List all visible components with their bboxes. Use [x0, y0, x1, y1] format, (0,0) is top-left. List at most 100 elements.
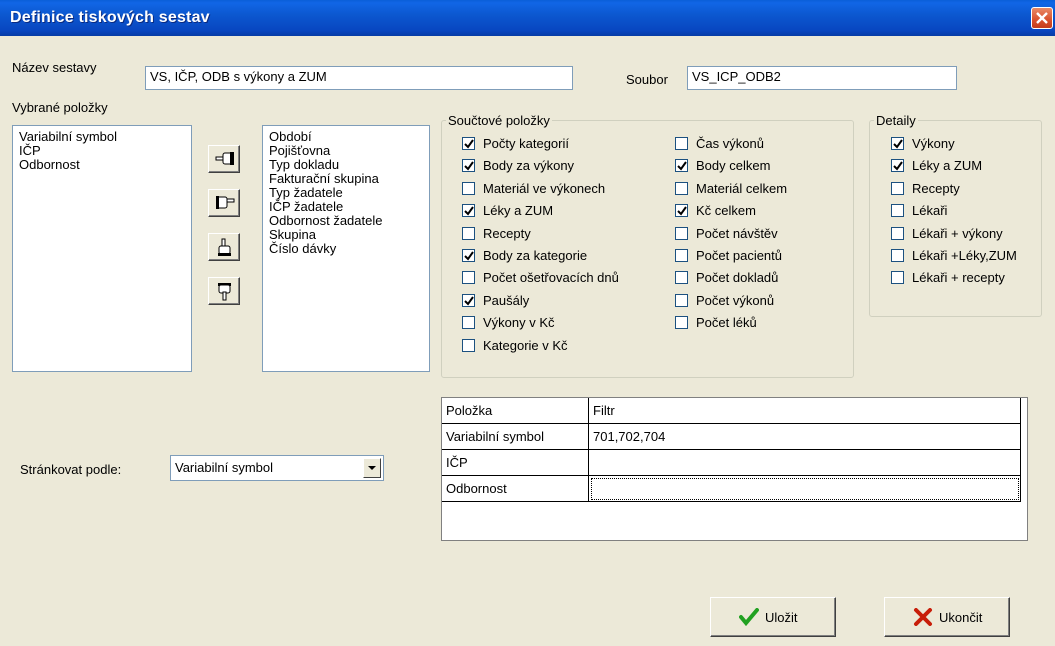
checkbox-checked[interactable]: [675, 159, 688, 173]
checkbox-label: Počet ošetřovacích dnů: [483, 270, 619, 286]
paging-label: Stránkovat podle:: [20, 462, 122, 477]
move-left-button[interactable]: [208, 145, 240, 173]
sum-item-checkbox[interactable]: Počet ošetřovacích dnů: [462, 269, 619, 287]
checkbox-label: Počet dokladů: [696, 270, 779, 286]
move-down-button[interactable]: [208, 277, 240, 305]
detail-item-checkbox[interactable]: Léky a ZUM: [891, 157, 982, 175]
grid-row-item[interactable]: Variabilní symbol: [442, 424, 589, 450]
checkbox-label: Lékaři + výkony: [912, 225, 1003, 241]
checkbox-checked[interactable]: [891, 137, 904, 151]
checkbox-unchecked[interactable]: [675, 271, 688, 285]
checkbox-label: Lékaři: [912, 203, 948, 219]
available-item[interactable]: Pojišťovna: [269, 144, 423, 158]
checkbox-label: Výkony: [912, 136, 955, 151]
checkbox-checked[interactable]: [891, 159, 904, 173]
grid-row-filter-active[interactable]: [589, 476, 1021, 502]
available-item[interactable]: Typ žadatele: [269, 186, 423, 200]
checkbox-unchecked[interactable]: [891, 271, 904, 285]
window-title: Definice tiskových sestav: [10, 9, 210, 26]
available-item[interactable]: Fakturační skupina: [269, 172, 423, 186]
selected-items-list[interactable]: Variabilní symbol IČP Odbornost: [12, 125, 192, 372]
available-item[interactable]: Odbornost žadatele: [269, 214, 423, 228]
sum-item-checkbox[interactable]: Počet návštěv: [675, 225, 778, 243]
detail-item-checkbox[interactable]: Lékaři + výkony: [891, 225, 1003, 243]
checkbox-unchecked[interactable]: [462, 271, 475, 285]
checkbox-label: Kategorie v Kč: [483, 337, 568, 353]
checkbox-unchecked[interactable]: [891, 181, 904, 195]
detail-item-checkbox[interactable]: Lékaři + recepty: [891, 269, 1005, 287]
available-item[interactable]: Období: [269, 130, 423, 144]
checkbox-unchecked[interactable]: [462, 316, 475, 330]
checkbox-unchecked[interactable]: [675, 181, 688, 195]
checkbox-unchecked[interactable]: [675, 293, 688, 307]
file-label: Soubor: [626, 72, 668, 87]
checkbox-checked[interactable]: [462, 293, 475, 307]
sum-item-checkbox[interactable]: Materiál ve výkonech: [462, 180, 605, 198]
sum-item-checkbox[interactable]: Počet léků: [675, 314, 757, 332]
checkbox-unchecked[interactable]: [675, 316, 688, 330]
available-items-list[interactable]: Období Pojišťovna Typ dokladu Fakturační sk…: [262, 125, 430, 372]
checkbox-checked[interactable]: [462, 204, 475, 218]
selected-item[interactable]: Odbornost: [19, 158, 185, 172]
sum-item-checkbox[interactable]: Materiál celkem: [675, 180, 787, 198]
dropdown-arrow-button[interactable]: [363, 458, 381, 478]
sum-item-checkbox[interactable]: Body za kategorie: [462, 247, 587, 265]
checkbox-unchecked[interactable]: [675, 137, 688, 151]
checkbox-unchecked[interactable]: [462, 338, 475, 352]
x-mark-icon: [914, 608, 932, 626]
move-up-button[interactable]: [208, 233, 240, 261]
checkbox-unchecked[interactable]: [462, 226, 475, 240]
selected-item[interactable]: Variabilní symbol: [19, 130, 185, 144]
sum-item-checkbox[interactable]: Počet výkonů: [675, 292, 774, 310]
close-button[interactable]: Ukončit: [884, 597, 1010, 637]
filter-grid[interactable]: Položka Filtr Variabilní symbol 701,702,…: [441, 397, 1028, 541]
chevron-down-icon: [368, 466, 376, 470]
grid-row-filter[interactable]: [589, 450, 1021, 476]
title-bar: Definice tiskových sestav: [0, 0, 1055, 36]
checkbox-label: Recepty: [483, 225, 531, 241]
sum-item-checkbox[interactable]: Léky a ZUM: [462, 202, 553, 220]
available-item[interactable]: Číslo dávky: [269, 242, 423, 256]
sum-item-checkbox[interactable]: Počet pacientů: [675, 247, 782, 265]
sum-item-checkbox[interactable]: Čas výkonů: [675, 135, 764, 153]
checkbox-checked[interactable]: [462, 159, 475, 173]
sum-item-checkbox[interactable]: Paušály: [462, 292, 529, 310]
sum-item-checkbox[interactable]: Recepty: [462, 225, 531, 243]
details-legend: Detaily: [876, 113, 916, 128]
grid-row-item[interactable]: Odbornost: [442, 476, 589, 502]
sum-item-checkbox[interactable]: Počty kategorií: [462, 135, 569, 153]
checkbox-unchecked[interactable]: [675, 226, 688, 240]
checkbox-label: Materiál celkem: [696, 180, 788, 196]
checkbox-unchecked[interactable]: [891, 249, 904, 263]
available-item[interactable]: IČP žadatele: [269, 200, 423, 214]
sum-item-checkbox[interactable]: Body celkem: [675, 157, 770, 175]
grid-row-filter[interactable]: 701,702,704: [589, 424, 1021, 450]
sum-item-checkbox[interactable]: Výkony v Kč: [462, 314, 555, 332]
file-input[interactable]: VS_ICP_ODB2: [687, 66, 957, 90]
checkbox-unchecked[interactable]: [675, 249, 688, 263]
move-right-button[interactable]: [208, 189, 240, 217]
available-item[interactable]: Skupina: [269, 228, 423, 242]
detail-item-checkbox[interactable]: Lékaři: [891, 202, 947, 220]
sum-item-checkbox[interactable]: Kč celkem: [675, 202, 756, 220]
sum-item-checkbox[interactable]: Kategorie v Kč: [462, 337, 568, 355]
checkbox-unchecked[interactable]: [891, 204, 904, 218]
checkbox-label: Výkony v Kč: [483, 315, 555, 331]
checkbox-checked[interactable]: [462, 137, 475, 151]
checkbox-checked[interactable]: [675, 204, 688, 218]
detail-item-checkbox[interactable]: Lékaři +Léky,ZUM: [891, 247, 1017, 265]
sum-item-checkbox[interactable]: Body za výkony: [462, 157, 574, 175]
save-button[interactable]: Uložit: [710, 597, 836, 637]
checkbox-unchecked[interactable]: [462, 181, 475, 195]
checkbox-checked[interactable]: [462, 249, 475, 263]
available-item[interactable]: Typ dokladu: [269, 158, 423, 172]
grid-row-item[interactable]: IČP: [442, 450, 589, 476]
close-window-button[interactable]: [1031, 7, 1053, 29]
detail-item-checkbox[interactable]: Výkony: [891, 135, 955, 153]
detail-item-checkbox[interactable]: Recepty: [891, 180, 960, 198]
paging-select[interactable]: Variabilní symbol: [170, 455, 384, 481]
report-name-input[interactable]: VS, IČP, ODB s výkony a ZUM: [145, 66, 573, 90]
checkbox-unchecked[interactable]: [891, 226, 904, 240]
sum-item-checkbox[interactable]: Počet dokladů: [675, 269, 778, 287]
selected-item[interactable]: IČP: [19, 144, 185, 158]
